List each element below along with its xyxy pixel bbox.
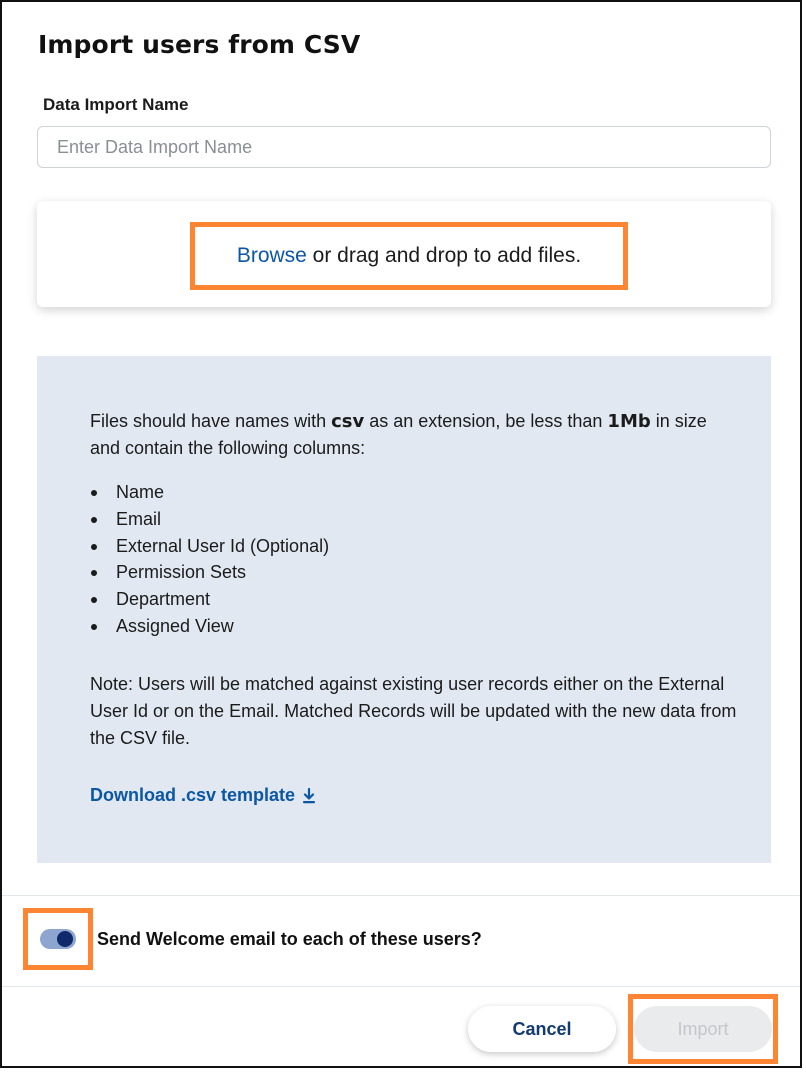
extension-word: csv — [331, 411, 365, 432]
footer-divider — [2, 986, 800, 987]
matching-note: Note: Users will be matched against exis… — [90, 674, 737, 748]
list-item: Name — [90, 479, 329, 506]
required-columns-list: Name Email External User Id (Optional) P… — [90, 479, 329, 640]
data-import-name-label: Data Import Name — [43, 95, 189, 114]
import-requirements-panel: Files should have names with csv as an e… — [37, 356, 771, 863]
intro-text-2: as an extension, be less than — [364, 411, 608, 431]
cancel-button[interactable]: Cancel — [468, 1006, 616, 1052]
list-item: External User Id (Optional) — [90, 533, 329, 560]
drop-zone-prompt: Browse or drag and drop to add files. — [190, 222, 628, 290]
download-icon — [303, 787, 316, 803]
browse-link[interactable]: Browse — [237, 244, 307, 267]
import-button[interactable]: Import — [634, 1006, 772, 1052]
file-drop-zone[interactable]: Browse or drag and drop to add files. — [37, 201, 771, 307]
requirements-intro: Files should have names with csv as an e… — [90, 408, 730, 462]
list-item: Assigned View — [90, 613, 329, 640]
welcome-email-toggle-wrapper — [23, 908, 93, 970]
import-users-dialog: Import users from CSV Data Import Name B… — [0, 0, 802, 1068]
section-divider — [2, 895, 800, 896]
drop-instructions: or drag and drop to add files. — [306, 244, 582, 267]
list-item: Permission Sets — [90, 559, 329, 586]
list-item: Email — [90, 506, 329, 533]
dialog-title: Import users from CSV — [38, 30, 361, 59]
size-limit: 1Mb — [607, 411, 651, 432]
data-import-name-input[interactable] — [37, 126, 771, 168]
intro-text-1: Files should have names with — [90, 411, 332, 431]
toggle-knob — [57, 931, 73, 947]
list-item: Department — [90, 586, 329, 613]
welcome-email-toggle[interactable] — [40, 929, 76, 949]
download-template-link[interactable]: Download .csv template — [90, 785, 316, 806]
download-template-label: Download .csv template — [90, 785, 296, 805]
import-button-wrapper: Import — [628, 994, 778, 1064]
welcome-email-label: Send Welcome email to each of these user… — [97, 929, 482, 949]
